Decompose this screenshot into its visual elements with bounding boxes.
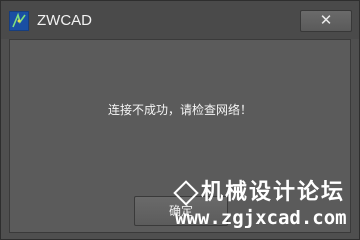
ok-button[interactable]: 确定 bbox=[134, 196, 228, 226]
dialog-body: 连接不成功，请检查网络！ 确定 bbox=[9, 39, 351, 233]
message-dialog: ZWCAD ✕ 连接不成功，请检查网络！ 确定 机械设计论坛 www.zgjxc… bbox=[0, 0, 360, 240]
window-title: ZWCAD bbox=[37, 12, 92, 29]
zwcad-app-icon bbox=[9, 11, 29, 31]
title-bar[interactable]: ZWCAD ✕ bbox=[1, 1, 359, 39]
error-message: 连接不成功，请检查网络！ bbox=[107, 103, 252, 117]
close-button[interactable]: ✕ bbox=[300, 10, 352, 32]
close-icon: ✕ bbox=[319, 11, 333, 29]
